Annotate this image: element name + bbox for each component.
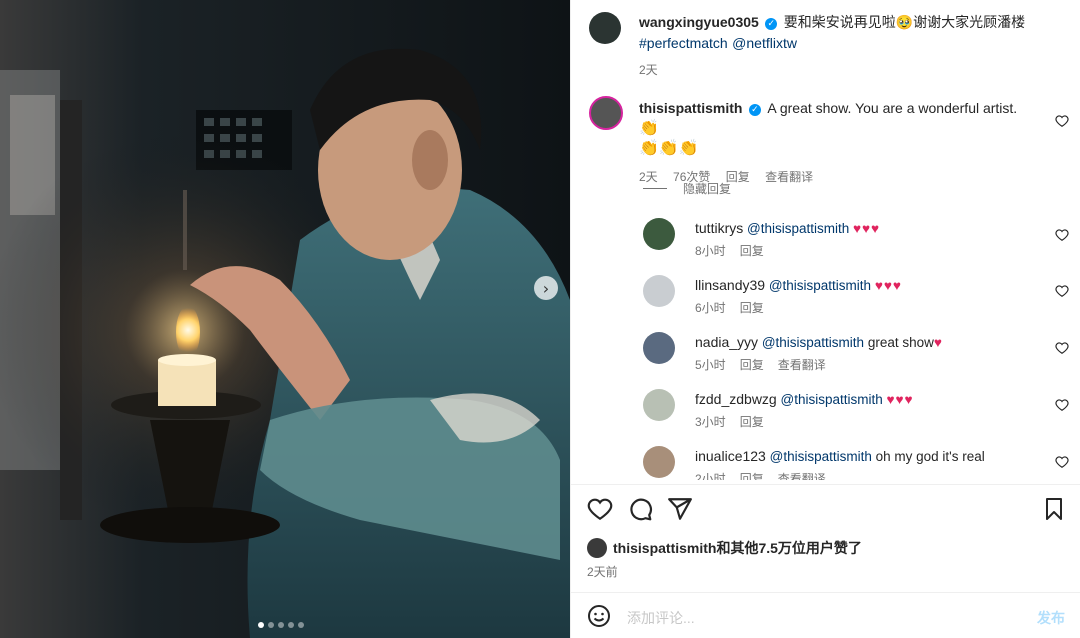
comment-text: A great show. You are a wonderful artist… [767,100,1018,116]
reply-mention[interactable]: @thisispattismith [747,221,849,236]
hashtag-link[interactable]: #perfectmatch [639,35,728,51]
post-timestamp: 2天前 [587,565,618,579]
red-hearts: ♥♥♥ [874,278,902,293]
carousel-dots [258,622,304,628]
reply-avatar[interactable] [643,389,675,421]
carousel-dot [258,622,264,628]
carousel-dot [298,622,304,628]
carousel-dot [278,622,284,628]
see-translation-button[interactable]: 查看翻译 [778,472,826,480]
reply-username[interactable]: llinsandy39 [695,277,765,293]
bookmark-save-icon[interactable] [1042,496,1066,522]
comment-composer: 添加评论... 发布 [571,596,1080,638]
reply-avatar[interactable] [643,446,675,478]
like-reply-heart-icon[interactable] [1055,228,1069,242]
red-hearts: ♥ [933,335,943,350]
carousel-dot [288,622,294,628]
clap-emoji: 👏👏👏 [639,140,699,157]
post-photo[interactable]: › [0,0,570,638]
comment-bubble-icon[interactable] [627,496,653,522]
author-avatar[interactable] [589,12,621,44]
instagram-post-view: › wangxingyue0305 ✓ 要和柴安说再见啦🥹谢谢大家光顾潘楼 #p… [0,0,1080,638]
hide-replies-label: 隐藏回复 [683,182,732,196]
reply-button[interactable]: 回复 [740,472,764,480]
reply-time: 8小时 [695,244,726,258]
carousel-dot [268,622,274,628]
reply-button[interactable]: 回复 [740,415,764,429]
next-slide-button[interactable]: › [534,276,558,300]
reply-avatar[interactable] [643,218,675,250]
reply-username[interactable]: fzdd_zdbwzg [695,391,777,407]
liker-avatar[interactable] [587,538,607,558]
reply-time: 2小时 [695,472,726,480]
reply-time: 5小时 [695,358,726,372]
candle-scene-image [0,0,570,638]
liker-username[interactable]: thisispattismith [613,540,716,556]
commenter-username[interactable]: thisispattismith [639,100,742,116]
hide-replies-line [643,188,667,189]
comment-input[interactable]: 添加评论... [627,608,695,628]
verified-badge-icon: ✓ [765,18,778,30]
action-bar [587,496,1067,526]
hide-replies-toggle[interactable]: 隐藏回复 [643,180,731,197]
emoji-picker-icon[interactable] [587,604,611,628]
mention-link[interactable]: @netflixtw [732,35,797,51]
verified-badge-icon: ✓ [748,104,761,116]
reply-time: 6小时 [695,301,726,315]
reply-text: oh my god it's real [875,449,985,464]
divider [571,484,1080,485]
reply-button[interactable]: 回复 [740,244,764,258]
reply-username[interactable]: nadia_yyy [695,334,758,350]
caption-text: 要和柴安说再见啦🥹谢谢大家光顾潘楼 [783,14,1026,30]
like-heart-icon[interactable] [587,496,613,522]
post-comment-button[interactable]: 发布 [1037,608,1065,628]
reply-button[interactable]: 回复 [740,358,764,372]
clap-emoji: 👏 [639,120,659,137]
reply-username[interactable]: tuttikrys [695,220,743,236]
likes-count-text[interactable]: 和其他7.5万位用户赞了 [716,538,861,558]
reply-mention[interactable]: @thisispattismith [762,335,864,350]
commenter-avatar[interactable] [589,96,623,130]
reply-time: 3小时 [695,415,726,429]
likes-summary[interactable]: thisispattismith 和其他7.5万位用户赞了 [587,538,862,558]
reply-mention[interactable]: @thisispattismith [770,449,872,464]
reply-mention[interactable]: @thisispattismith [780,392,882,407]
reply-text: great show [867,335,934,350]
post-time: 2天 [639,63,658,77]
reply-username[interactable]: inualice123 [695,448,766,464]
divider [571,592,1080,593]
author-username[interactable]: wangxingyue0305 [639,14,759,30]
like-reply-heart-icon[interactable] [1055,341,1069,355]
share-send-icon[interactable] [667,496,693,522]
like-comment-heart-icon[interactable] [1055,114,1069,128]
reply-avatar[interactable] [643,332,675,364]
red-hearts: ♥♥♥ [886,392,914,407]
comments-list[interactable]: thisispattismith ✓ A great show. You are… [571,88,1080,480]
red-hearts: ♥♥♥ [853,221,881,236]
reply-avatar[interactable] [643,275,675,307]
see-translation-button[interactable]: 查看翻译 [765,170,813,184]
reply-mention[interactable]: @thisispattismith [769,278,871,293]
like-reply-heart-icon[interactable] [1055,398,1069,412]
post-details-panel: wangxingyue0305 ✓ 要和柴安说再见啦🥹谢谢大家光顾潘楼 #per… [570,0,1080,638]
like-reply-heart-icon[interactable] [1055,455,1069,469]
see-translation-button[interactable]: 查看翻译 [778,358,826,372]
reply-button[interactable]: 回复 [740,301,764,315]
like-reply-heart-icon[interactable] [1055,284,1069,298]
